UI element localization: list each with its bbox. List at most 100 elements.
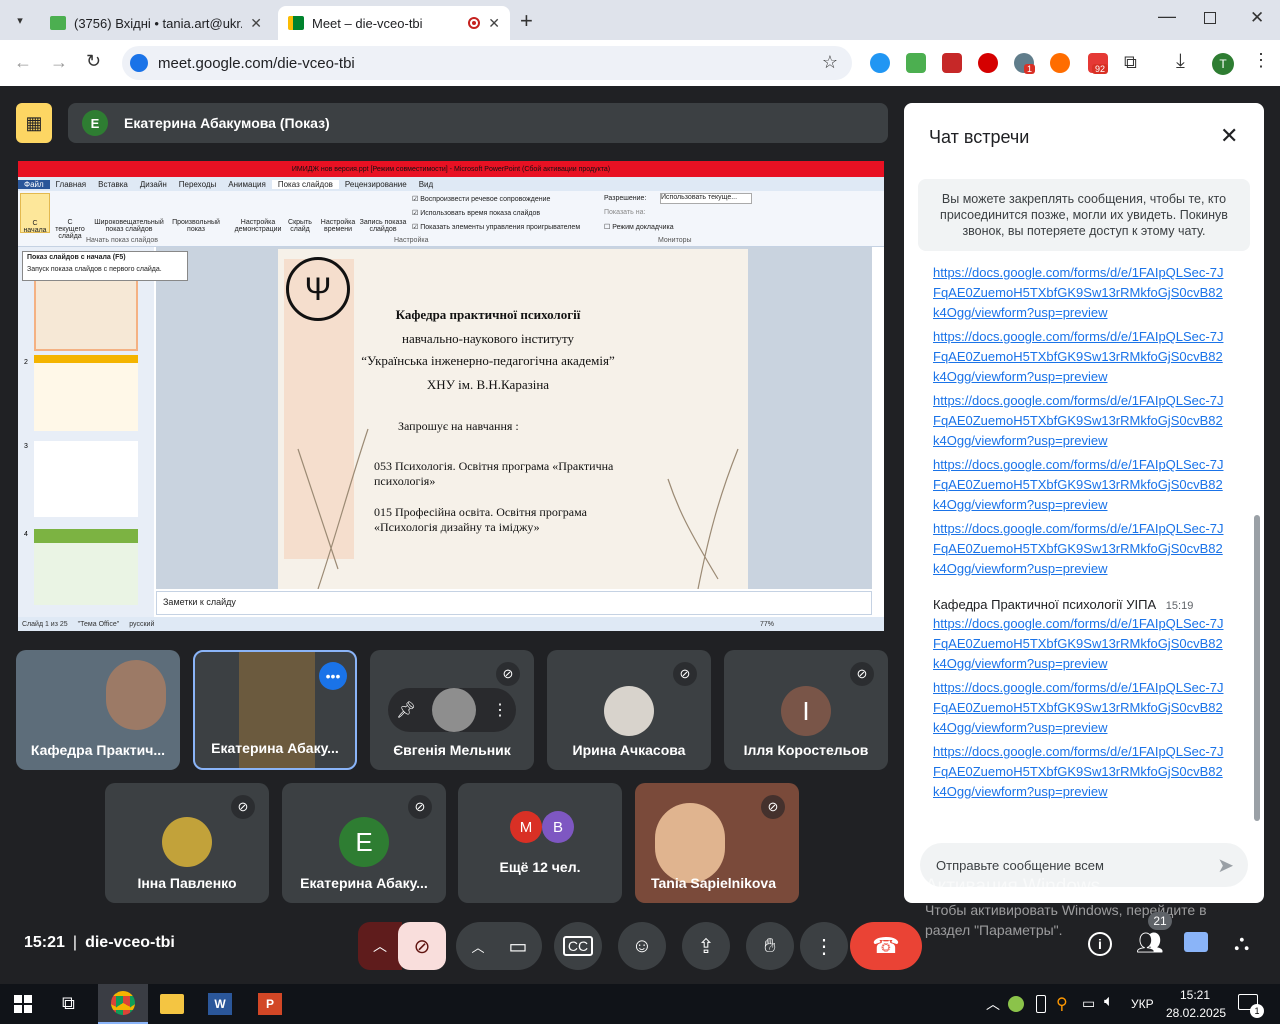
minimize-icon[interactable]: — [1158, 6, 1176, 27]
extension-icon[interactable] [870, 53, 890, 73]
ppt-tab[interactable]: Анимация [222, 180, 272, 189]
participant-tile[interactable]: Кафедра Практич... [16, 650, 180, 770]
address-bar[interactable]: meet.google.com/die-vceo-tbi ☆ [122, 46, 852, 80]
leave-call-button[interactable]: ☎︎ [850, 922, 922, 970]
ppt-tab[interactable]: Переходы [173, 180, 223, 189]
ppt-button[interactable]: Настройка времени [318, 219, 358, 233]
ppt-checkbox[interactable]: ☑ Показать элементы управления проигрыва… [412, 223, 580, 231]
extension-icon[interactable] [1050, 53, 1070, 73]
more-options-button[interactable]: ⋮ [800, 922, 848, 970]
search-tray-icon[interactable]: ⚲ [1056, 994, 1068, 1014]
extension-icon[interactable] [906, 53, 926, 73]
slide-thumbnail[interactable] [34, 529, 138, 605]
volume-icon[interactable]: 🔈︎ [1104, 993, 1114, 1011]
word-icon[interactable]: W [208, 993, 232, 1015]
participant-tile[interactable]: ⊘ Інна Павленко [105, 783, 269, 903]
info-icon[interactable]: i [1088, 932, 1112, 956]
ppt-button[interactable]: Широковещательный показ слайдов [92, 219, 166, 233]
extensions-puzzle-icon[interactable]: ⧉ [1124, 52, 1137, 73]
ppt-checkbox[interactable]: ☐ Режим докладчика [604, 223, 674, 231]
new-tab-button[interactable]: + [520, 8, 533, 34]
ppt-notes[interactable]: Заметки к слайду [156, 591, 872, 615]
ppt-button-from-start[interactable]: С начала [20, 193, 50, 234]
mic-off-button[interactable]: ⊘ [398, 922, 446, 970]
input-language[interactable]: УКР [1131, 997, 1154, 1011]
more-participants-tile[interactable]: M B Ещё 12 чел. [458, 783, 622, 903]
participant-tile[interactable]: ⊘ I Ілля Коростельов [724, 650, 888, 770]
chat-link[interactable]: https://docs.google.com/forms/d/e/1FAIpQ… [933, 519, 1229, 579]
chat-link[interactable]: https://docs.google.com/forms/d/e/1FAIpQ… [933, 678, 1229, 738]
captions-button[interactable]: CC [554, 922, 602, 970]
restore-icon[interactable] [1204, 12, 1216, 24]
ppt-button[interactable]: С текущего слайда [52, 219, 88, 240]
more-options-button[interactable]: ••• [319, 662, 347, 690]
extension-icon[interactable] [978, 53, 998, 73]
ppt-button[interactable]: Произвольный показ [168, 219, 224, 233]
bookmark-star-icon[interactable]: ☆ [822, 52, 838, 73]
ppt-tab[interactable]: Вид [413, 180, 439, 189]
chat-link[interactable]: https://docs.google.com/forms/d/e/1FAIpQ… [933, 742, 1229, 802]
chat-link[interactable]: https://docs.google.com/forms/d/e/1FAIpQ… [933, 455, 1229, 515]
tab-meet[interactable]: Meet – die-vceo-tbi ✕ [278, 6, 510, 40]
close-icon[interactable]: ✕ [250, 15, 262, 32]
start-icon[interactable] [14, 995, 32, 1013]
site-info-icon[interactable] [130, 54, 148, 72]
chat-icon[interactable] [1184, 932, 1208, 952]
slide-thumbnail[interactable] [34, 441, 138, 517]
forward-icon[interactable]: → [50, 52, 68, 73]
ppt-tab-active[interactable]: Показ слайдов [271, 179, 339, 189]
ppt-checkbox[interactable]: ☑ Использовать время показа слайдов [412, 209, 540, 217]
reload-icon[interactable]: ↻ [86, 51, 101, 72]
ppt-button[interactable]: Настройка демонстрации [230, 219, 286, 233]
extension-icon[interactable] [942, 53, 962, 73]
mute-participant-icon[interactable] [432, 688, 477, 732]
close-icon[interactable]: ✕ [1220, 123, 1238, 149]
present-button[interactable]: ⇪ [682, 922, 730, 970]
ppt-tab[interactable]: Вставка [92, 180, 134, 189]
present-icon[interactable]: ▦ [16, 103, 52, 143]
chat-link[interactable]: https://docs.google.com/forms/d/e/1FAIpQ… [933, 263, 1229, 323]
ppt-tab[interactable]: Главная [50, 180, 92, 189]
chrome-taskbar-icon[interactable] [98, 984, 148, 1024]
send-icon[interactable]: ➤ [1217, 853, 1234, 878]
avatar[interactable]: T [1212, 53, 1234, 75]
participant-tile[interactable]: ••• Екатерина Абаку... [193, 650, 357, 770]
menu-icon[interactable]: ⋮ [1252, 50, 1270, 71]
close-icon[interactable]: ✕ [488, 15, 500, 32]
tab-search-button[interactable]: ▾ [8, 8, 32, 32]
ppt-tab[interactable]: Дизайн [134, 180, 173, 189]
camera-button[interactable]: ▭ [494, 922, 542, 970]
people-icon[interactable]: 👥︎ [1136, 930, 1164, 956]
participant-tile[interactable]: ⊘ E Екатерина Абаку... [282, 783, 446, 903]
chat-link[interactable]: https://docs.google.com/forms/d/e/1FAIpQ… [933, 614, 1229, 674]
network-icon[interactable]: ▭ [1082, 995, 1095, 1012]
more-vert-icon[interactable]: ⋮ [492, 700, 508, 720]
slide-thumbnail[interactable] [34, 277, 138, 351]
powerpoint-icon[interactable]: P [258, 993, 282, 1015]
zoom-level[interactable]: 77% [760, 621, 774, 628]
participant-tile[interactable]: ⊘ 📌︎ ⋮ Євгенія Мельник [370, 650, 534, 770]
audio-options-button[interactable]: ︿ [358, 922, 402, 970]
ppt-checkbox[interactable]: ☑ Воспроизвести речевое сопровождение [412, 195, 550, 203]
tray-app-icon[interactable] [1008, 996, 1024, 1012]
chat-scrollbar[interactable] [1254, 515, 1260, 821]
window-close-icon[interactable]: ✕ [1250, 8, 1264, 28]
explorer-icon[interactable] [160, 994, 184, 1014]
activities-icon[interactable]: ⛬ [1234, 930, 1249, 956]
raise-hand-button[interactable]: ✋︎ [746, 922, 794, 970]
chat-link[interactable]: https://docs.google.com/forms/d/e/1FAIpQ… [933, 327, 1229, 387]
participant-tile[interactable]: ⊘ Tania Sapielnikova [635, 783, 799, 903]
pin-icon[interactable]: 📌︎ [396, 700, 416, 720]
tray-chevron-icon[interactable]: ︿ [986, 994, 1000, 1014]
slide-thumbnail[interactable] [34, 355, 138, 431]
ppt-button[interactable]: Запись показа слайдов [358, 219, 408, 233]
participant-tile[interactable]: ⊘ Ирина Ачкасова [547, 650, 711, 770]
ppt-tab[interactable]: Рецензирование [339, 180, 413, 189]
ppt-tab-file[interactable]: Файл [18, 179, 50, 189]
tab-gmail[interactable]: (3756) Вхідні • tania.art@ukr.ne ✕ [40, 6, 272, 40]
clock-time[interactable]: 15:21 [1180, 988, 1210, 1002]
clock-date[interactable]: 28.02.2025 [1166, 1006, 1226, 1020]
back-icon[interactable]: ← [14, 52, 32, 73]
ppt-resolution-select[interactable]: Использовать текуще... [660, 193, 752, 204]
chat-link[interactable]: https://docs.google.com/forms/d/e/1FAIpQ… [933, 391, 1229, 451]
